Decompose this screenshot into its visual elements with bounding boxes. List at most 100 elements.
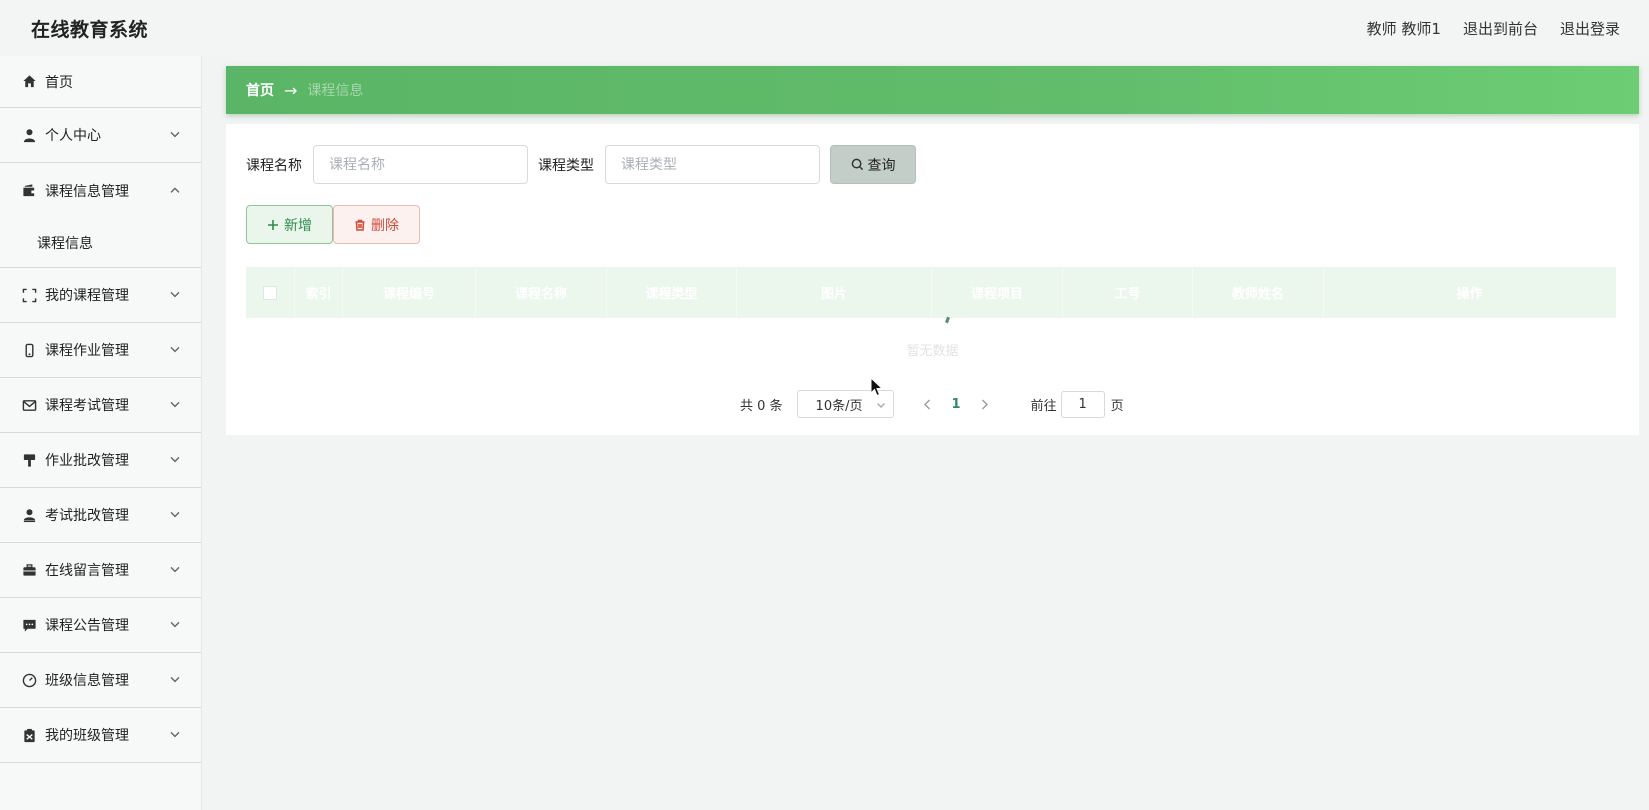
sidebar-item-label: 考试批改管理 — [45, 508, 129, 524]
sidebar-item-label: 我的课程管理 — [45, 288, 129, 304]
sidebar-item-label: 课程公告管理 — [45, 618, 129, 634]
goto-page-input[interactable] — [1060, 390, 1105, 418]
chevron-down-icon — [169, 453, 181, 465]
breadcrumb: 首页 → 课程信息 — [226, 66, 1639, 114]
chevron-down-icon — [169, 128, 181, 140]
prev-page-button[interactable] — [918, 399, 938, 410]
sidebar-item-my-courses[interactable]: 我的课程管理 — [0, 268, 201, 323]
page-number-current[interactable]: 1 — [952, 397, 961, 412]
sidebar-item-label: 课程考试管理 — [45, 398, 129, 414]
sidebar-item-exam-mgmt[interactable]: 课程考试管理 — [0, 378, 201, 433]
brush-icon — [21, 452, 37, 468]
chevron-down-icon — [169, 618, 181, 630]
plus-icon — [268, 219, 278, 230]
main-panel: 课程名称 课程类型 查询 新增 删除 索引 课程编号 课程名称 课程类型 图片 … — [226, 124, 1639, 435]
column-header[interactable]: 课程名称 — [476, 267, 607, 318]
app-title: 在线教育系统 — [31, 18, 149, 41]
course-type-input[interactable] — [605, 145, 820, 184]
sidebar-item-label: 作业批改管理 — [45, 453, 129, 469]
chevron-down-icon — [876, 403, 885, 408]
sidebar-item-label: 在线留言管理 — [45, 563, 129, 579]
column-header[interactable]: 图片 — [737, 267, 932, 318]
sidebar-item-label: 课程作业管理 — [45, 343, 129, 359]
loading-tick — [945, 316, 950, 324]
gauge-icon — [21, 672, 37, 688]
logout-link[interactable]: 退出登录 — [1560, 18, 1620, 39]
action-buttons: 新增 删除 — [246, 205, 420, 244]
breadcrumb-separator: → — [284, 80, 298, 100]
chevron-down-icon — [169, 728, 181, 740]
table-header: 索引 课程编号 课程名称 课程类型 图片 课程项目 工号 教师姓名 操作 — [246, 267, 1616, 318]
column-header[interactable]: 教师姓名 — [1193, 267, 1324, 318]
column-header: 操作 — [1456, 287, 1483, 302]
sidebar-item-class-info-mgmt[interactable]: 班级信息管理 — [0, 653, 201, 708]
sidebar-item-label: 个人中心 — [45, 128, 101, 144]
mail-icon — [21, 397, 37, 413]
exit-to-front-link[interactable]: 退出到前台 — [1463, 18, 1538, 39]
frame-icon — [21, 287, 37, 303]
add-button-label: 新增 — [284, 217, 312, 234]
sidebar: 首页 个人中心 课程信息管理 课程信息 我的课程管理 课程作业管理 课程考试管理… — [0, 56, 202, 810]
breadcrumb-home[interactable]: 首页 — [246, 80, 274, 100]
sidebar-item-message-mgmt[interactable]: 在线留言管理 — [0, 543, 201, 598]
pagination: 共 0 条 10条/页 1 前往 页 — [740, 390, 1124, 418]
search-form: 课程名称 课程类型 查询 — [246, 145, 916, 184]
breadcrumb-current: 课程信息 — [307, 83, 364, 99]
home-icon — [21, 74, 37, 90]
sidebar-item-my-class-mgmt[interactable]: 我的班级管理 — [0, 708, 201, 763]
column-header[interactable]: 课程编号 — [343, 267, 476, 318]
goto-page: 前往 页 — [1030, 390, 1124, 418]
sidebar-item-notice-mgmt[interactable]: 课程公告管理 — [0, 598, 201, 653]
sidebar-item-label: 课程信息管理 — [45, 183, 129, 200]
course-name-label: 课程名称 — [246, 157, 302, 174]
column-header[interactable]: 课程项目 — [932, 267, 1063, 318]
search-icon — [851, 158, 863, 171]
sidebar-item-home[interactable]: 首页 — [0, 56, 201, 108]
top-bar: 在线教育系统 教师 教师1 退出到前台 退出登录 — [0, 0, 1649, 56]
sidebar-subitem-course-info[interactable]: 课程信息 — [0, 218, 201, 268]
select-all-cell — [246, 267, 295, 318]
goto-suffix: 页 — [1110, 398, 1124, 414]
sidebar-item-exam-grading[interactable]: 考试批改管理 — [0, 488, 201, 543]
goto-label: 前往 — [1030, 398, 1057, 414]
query-button-label: 查询 — [867, 157, 896, 174]
top-actions: 教师 教师1 退出到前台 退出登录 — [1367, 18, 1620, 39]
sidebar-item-course-info-mgmt[interactable]: 课程信息管理 — [0, 163, 201, 218]
chevron-right-icon — [982, 399, 989, 409]
chevron-down-icon — [169, 563, 181, 575]
wallet-icon — [21, 183, 37, 199]
sidebar-item-personal-center[interactable]: 个人中心 — [0, 108, 201, 163]
column-header[interactable]: 课程类型 — [607, 267, 737, 318]
sidebar-item-label: 我的班级管理 — [45, 728, 129, 744]
chevron-down-icon — [169, 508, 181, 520]
delete-button-label: 删除 — [371, 217, 399, 234]
column-header[interactable]: 索引 — [295, 267, 343, 318]
chevron-down-icon — [169, 288, 181, 300]
page-size-value: 10条/页 — [815, 398, 863, 414]
chevron-down-icon — [169, 343, 181, 355]
chevron-down-icon — [169, 673, 181, 685]
select-all-checkbox[interactable] — [263, 285, 277, 300]
chevron-left-icon — [924, 399, 931, 409]
current-user: 教师 教师1 — [1366, 19, 1441, 38]
mouse-cursor-icon — [870, 377, 884, 397]
sidebar-item-label: 首页 — [45, 74, 73, 91]
column-header[interactable]: 工号 — [1063, 267, 1193, 318]
add-button[interactable]: 新增 — [246, 205, 333, 244]
trash-icon — [355, 219, 365, 231]
person-stamp-icon — [21, 507, 37, 523]
delete-button[interactable]: 删除 — [333, 205, 420, 244]
sidebar-item-homework-grading[interactable]: 作业批改管理 — [0, 433, 201, 488]
empty-placeholder: 暂无数据 — [906, 344, 959, 359]
course-type-label: 课程类型 — [538, 157, 594, 174]
sidebar-item-label: 班级信息管理 — [45, 673, 129, 689]
query-button[interactable]: 查询 — [830, 145, 916, 184]
chevron-up-icon — [169, 184, 181, 196]
chevron-down-icon — [169, 398, 181, 410]
sidebar-item-homework-mgmt[interactable]: 课程作业管理 — [0, 323, 201, 378]
chat-icon — [21, 617, 37, 633]
pagination-total: 共 0 条 — [740, 398, 783, 414]
next-page-button[interactable] — [975, 399, 995, 410]
course-name-input[interactable] — [313, 145, 528, 184]
user-icon — [21, 127, 37, 143]
